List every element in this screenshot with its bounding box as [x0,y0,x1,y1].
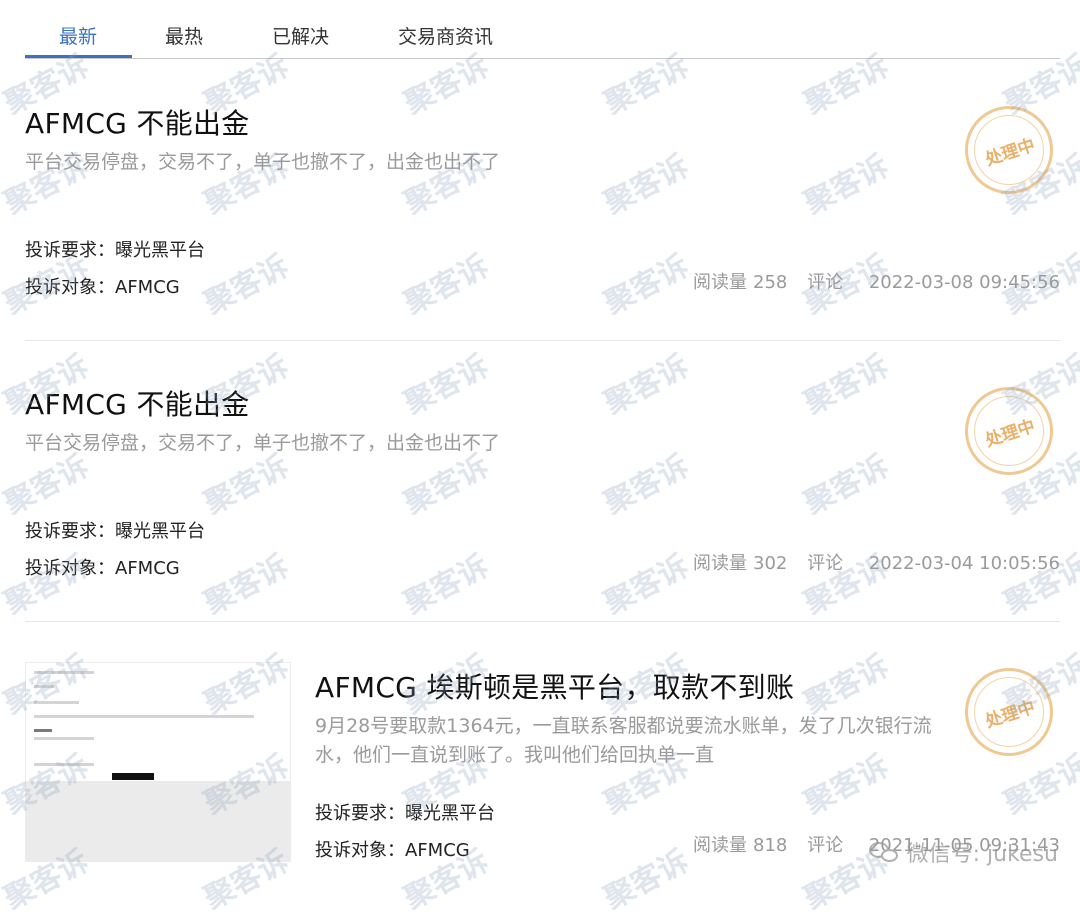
reads-count: 818 [753,835,788,856]
complaint-description: 平台交易停盘，交易不了，单子也撤不了，出金也出不了 [25,432,501,454]
wechat-id-text: 微信号: jukesu [906,842,1058,867]
complaint-description: 平台交易停盘，交易不了，单子也撤不了，出金也出不了 [25,151,501,173]
divider [25,340,1060,341]
wechat-watermark: 微信号: jukesu [868,836,1058,868]
tab-broker-news[interactable]: 交易商资讯 [398,22,493,49]
complaint-stats: 阅读量 258 评论 2022-03-08 09:45:56 [681,268,1060,294]
thumbnail-document [26,663,290,781]
complaint-demand: 投诉要求：曝光黑平台 [25,240,205,261]
status-stamp-label: 处理中 [982,415,1038,451]
status-stamp-label: 处理中 [982,696,1038,732]
comments-link[interactable]: 评论 [807,272,843,293]
tab-hottest[interactable]: 最热 [165,22,203,49]
complaint-target: 投诉对象：AFMCG [25,558,180,579]
comments-link[interactable]: 评论 [807,835,843,856]
complaint-card[interactable]: AFMCG 不能出金 平台交易停盘，交易不了，单子也撤不了，出金也出不了 投诉要… [25,100,1060,320]
complaint-datetime: 2022-03-04 10:05:56 [868,553,1060,574]
active-tab-indicator [25,55,132,58]
reads-label: 阅读量 [693,272,747,293]
complaint-datetime: 2022-03-08 09:45:56 [868,272,1060,293]
complaint-title[interactable]: AFMCG 不能出金 [25,102,250,142]
tab-latest[interactable]: 最新 [59,22,97,49]
complaint-target: 投诉对象：AFMCG [25,277,180,298]
complaint-stats: 阅读量 302 评论 2022-03-04 10:05:56 [681,549,1060,575]
comments-link[interactable]: 评论 [807,553,843,574]
reads-count: 302 [753,553,788,574]
complaint-target: 投诉对象：AFMCG [315,840,470,861]
reads-count: 258 [753,272,788,293]
tab-bar: 最新 最热 已解决 交易商资讯 [25,0,1060,59]
divider [25,621,1060,622]
complaint-card[interactable]: AFMCG 不能出金 平台交易停盘，交易不了，单子也撤不了，出金也出不了 投诉要… [25,381,1060,601]
complaint-thumbnail[interactable] [25,662,291,862]
complaint-title[interactable]: AFMCG 埃斯顿是黑平台，取款不到账 [315,666,794,706]
wechat-icon [868,840,899,864]
status-stamp-label: 处理中 [982,134,1038,170]
complaint-title[interactable]: AFMCG 不能出金 [25,383,250,423]
reads-label: 阅读量 [693,835,747,856]
status-stamp: 处理中 [965,106,1053,194]
complaint-demand: 投诉要求：曝光黑平台 [315,803,495,824]
complaint-description: 9月28号要取款1364元，一直联系客服都说要流水账单，发了几次银行流水，他们一… [315,715,932,766]
complaint-demand: 投诉要求：曝光黑平台 [25,521,205,542]
tab-resolved[interactable]: 已解决 [272,22,329,49]
status-stamp: 处理中 [965,668,1053,756]
reads-label: 阅读量 [693,553,747,574]
status-stamp: 处理中 [965,387,1053,475]
